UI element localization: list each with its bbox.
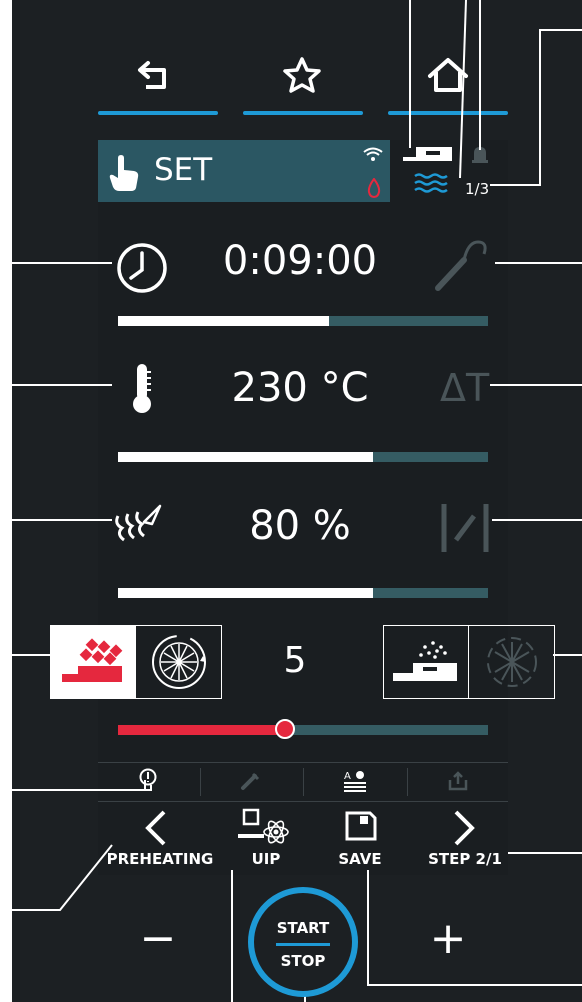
tool-probe[interactable]: [200, 764, 300, 798]
humidity-progress-track[interactable]: [118, 588, 488, 598]
humidity-value[interactable]: 80 %: [200, 503, 400, 549]
home-icon: [428, 58, 468, 92]
fan-reverse-button[interactable]: [469, 626, 554, 698]
temperature-progress-fill: [118, 452, 374, 462]
home-button[interactable]: [412, 45, 484, 105]
start-stop-button[interactable]: START STOP: [248, 887, 358, 997]
tool-divider: [303, 768, 304, 796]
wifi-icon: [363, 147, 383, 161]
time-progress-fill: [118, 316, 329, 326]
favorites-tab-underline: [243, 111, 363, 115]
fan-mode-button[interactable]: [136, 626, 221, 698]
thermometer-icon[interactable]: [130, 362, 154, 414]
tool-export[interactable]: [408, 764, 508, 798]
core-probe-icon[interactable]: [434, 236, 490, 292]
cooking-mode-box-left[interactable]: [50, 625, 222, 699]
minus-button[interactable]: −: [138, 913, 178, 964]
chevron-left-icon[interactable]: [142, 808, 170, 848]
tool-light[interactable]: [98, 764, 198, 798]
water-waves-icon: [414, 173, 448, 193]
lightbulb-icon: [139, 768, 157, 791]
uip-icon[interactable]: [236, 806, 292, 846]
grill-heat-icon: [62, 638, 123, 682]
fan-speed-slider-fill: [118, 725, 285, 735]
fan-speed-value[interactable]: 5: [255, 640, 335, 681]
time-value[interactable]: 0:09:00: [200, 238, 400, 284]
cooking-mode-box-right[interactable]: [383, 625, 555, 699]
delta-t-label[interactable]: ΔT: [440, 366, 489, 410]
start-stop-divider: [276, 943, 330, 946]
time-progress-track[interactable]: [118, 316, 488, 326]
step-counter: 1/3: [465, 180, 490, 198]
uip-button[interactable]: UIP: [226, 850, 306, 868]
preheating-button[interactable]: PREHEATING: [100, 850, 220, 868]
favorites-button[interactable]: [266, 45, 338, 105]
bell-icon: [472, 147, 488, 163]
hand-pointer-icon: [109, 155, 139, 191]
damper-icon[interactable]: [440, 500, 490, 556]
fan-speed-slider-track[interactable]: [118, 725, 488, 735]
humidity-progress-fill: [118, 588, 374, 598]
tool-settings[interactable]: A: [305, 764, 405, 798]
steam-tray-button[interactable]: [384, 626, 469, 698]
start-label: START: [276, 919, 330, 937]
fan-speed-slider-handle[interactable]: [274, 719, 295, 739]
export-icon: [448, 771, 468, 791]
grill-mode-button[interactable]: [51, 626, 136, 698]
mode-label: SET: [154, 152, 213, 188]
star-icon: [283, 57, 321, 93]
mode-header[interactable]: [98, 140, 390, 202]
next-step-button[interactable]: STEP 2/1: [418, 850, 512, 868]
plus-button[interactable]: +: [428, 913, 468, 964]
svg-text:A: A: [344, 771, 351, 782]
back-button[interactable]: [118, 45, 190, 105]
home-tab-underline: [388, 111, 508, 115]
tray-steam-icon: [393, 641, 457, 681]
clock-icon[interactable]: [115, 241, 169, 295]
fan-icon: [151, 635, 206, 689]
oven-tray-icon: [403, 147, 452, 161]
temperature-value[interactable]: 230 °C: [200, 365, 400, 411]
temperature-progress-track[interactable]: [118, 452, 488, 462]
steam-humidity-icon[interactable]: [112, 500, 166, 550]
save-disk-icon[interactable]: [344, 810, 378, 842]
fan-reverse-icon: [486, 637, 537, 687]
chevron-right-icon[interactable]: [450, 808, 478, 848]
back-tab-underline: [98, 111, 218, 115]
back-arrow-icon: [138, 61, 166, 89]
settings-list-icon: A: [344, 771, 366, 792]
save-button[interactable]: SAVE: [320, 850, 400, 868]
stop-label: STOP: [280, 952, 326, 970]
probe-tool-icon: [241, 772, 260, 790]
flame-icon: [367, 178, 381, 198]
